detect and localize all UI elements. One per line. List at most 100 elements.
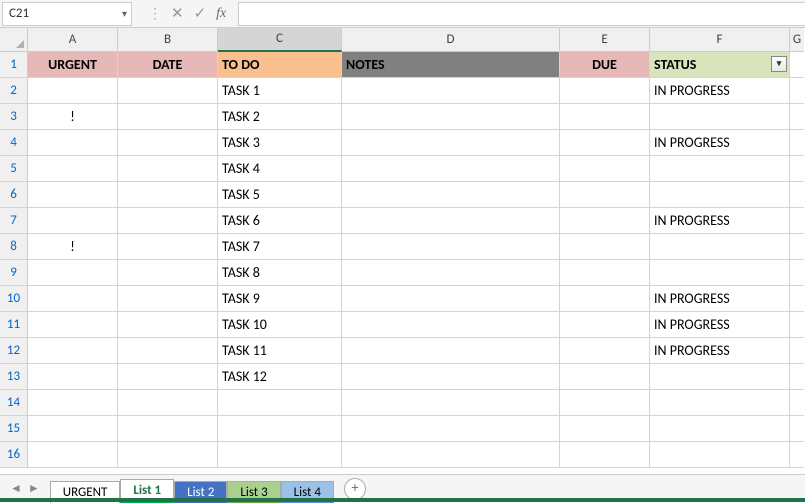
cell-notes[interactable] [342, 416, 560, 442]
cell-due[interactable] [560, 364, 650, 390]
cell-status[interactable]: IN PROGRESS [650, 78, 790, 104]
column-header[interactable]: B [118, 28, 218, 52]
row-header[interactable]: 4 [0, 130, 28, 156]
cell[interactable] [790, 286, 804, 312]
cell-urgent[interactable] [28, 286, 118, 312]
cell-due[interactable] [560, 286, 650, 312]
sheet-nav-prev-icon[interactable]: ◄ [10, 481, 22, 496]
cell[interactable] [790, 156, 804, 182]
cell-status[interactable]: IN PROGRESS [650, 286, 790, 312]
cell-date[interactable] [118, 286, 218, 312]
cell-todo[interactable]: TASK 1 [218, 78, 342, 104]
cell-due[interactable] [560, 104, 650, 130]
row-header[interactable]: 12 [0, 338, 28, 364]
cell-todo[interactable]: TASK 7 [218, 234, 342, 260]
cell-due[interactable] [560, 130, 650, 156]
cell-due[interactable] [560, 182, 650, 208]
cell-date[interactable] [118, 156, 218, 182]
cell[interactable] [790, 78, 804, 104]
cell-date[interactable] [118, 442, 218, 468]
cell-notes[interactable] [342, 390, 560, 416]
cell-todo[interactable]: TASK 12 [218, 364, 342, 390]
cell-urgent[interactable] [28, 130, 118, 156]
cell-due[interactable] [560, 78, 650, 104]
select-all-button[interactable] [0, 28, 28, 52]
name-box-dropdown-icon[interactable]: ▾ [122, 7, 127, 20]
cell-header-urgent[interactable]: URGENT [28, 52, 118, 78]
cell-todo[interactable]: TASK 4 [218, 156, 342, 182]
cell-notes[interactable] [342, 130, 560, 156]
cell-status[interactable] [650, 156, 790, 182]
cell-date[interactable] [118, 364, 218, 390]
row-header[interactable]: 11 [0, 312, 28, 338]
cell-date[interactable] [118, 234, 218, 260]
cell[interactable] [790, 338, 804, 364]
cell-notes[interactable] [342, 364, 560, 390]
cell-todo[interactable]: TASK 3 [218, 130, 342, 156]
cell-status[interactable] [650, 182, 790, 208]
cell-todo[interactable]: TASK 5 [218, 182, 342, 208]
cell-due[interactable] [560, 234, 650, 260]
cell-notes[interactable] [342, 286, 560, 312]
cell-todo[interactable] [218, 390, 342, 416]
cell-status[interactable] [650, 390, 790, 416]
column-header[interactable]: F [650, 28, 790, 52]
cell-date[interactable] [118, 78, 218, 104]
cell-date[interactable] [118, 312, 218, 338]
cell-notes[interactable] [342, 442, 560, 468]
cell-urgent[interactable] [28, 78, 118, 104]
cell-date[interactable] [118, 260, 218, 286]
cell-urgent[interactable] [28, 338, 118, 364]
row-header[interactable]: 10 [0, 286, 28, 312]
row-header[interactable]: 8 [0, 234, 28, 260]
cell-urgent[interactable] [28, 390, 118, 416]
cell-due[interactable] [560, 312, 650, 338]
cell[interactable] [790, 416, 804, 442]
column-header-selected[interactable]: C [218, 28, 342, 52]
cell-urgent[interactable] [28, 364, 118, 390]
cell-urgent[interactable]: ! [28, 104, 118, 130]
cell-status[interactable] [650, 234, 790, 260]
cell-todo[interactable] [218, 416, 342, 442]
sheet-nav-next-icon[interactable]: ► [28, 481, 40, 496]
cell[interactable] [790, 130, 804, 156]
cell-status[interactable] [650, 442, 790, 468]
cell-notes[interactable] [342, 208, 560, 234]
cell-date[interactable] [118, 182, 218, 208]
cell[interactable] [790, 390, 804, 416]
cell-urgent[interactable] [28, 416, 118, 442]
cell-notes[interactable] [342, 234, 560, 260]
cell-date[interactable] [118, 416, 218, 442]
cell[interactable] [790, 234, 804, 260]
cell-todo[interactable]: TASK 2 [218, 104, 342, 130]
cell-urgent[interactable] [28, 442, 118, 468]
cell[interactable] [790, 104, 804, 130]
cell-date[interactable] [118, 104, 218, 130]
cell-due[interactable] [560, 338, 650, 364]
cell-due[interactable] [560, 442, 650, 468]
cell-due[interactable] [560, 390, 650, 416]
cell-status[interactable]: IN PROGRESS [650, 208, 790, 234]
cell-date[interactable] [118, 208, 218, 234]
cell-header-due[interactable]: DUE [560, 52, 650, 78]
cell-todo[interactable]: TASK 10 [218, 312, 342, 338]
formula-input[interactable] [238, 2, 805, 26]
row-header[interactable]: 16 [0, 442, 28, 468]
cell[interactable] [790, 260, 804, 286]
cell-todo[interactable] [218, 442, 342, 468]
cell-status[interactable] [650, 104, 790, 130]
cell-status[interactable] [650, 364, 790, 390]
cell-todo[interactable]: TASK 9 [218, 286, 342, 312]
cell-status[interactable]: IN PROGRESS [650, 130, 790, 156]
cell[interactable] [790, 442, 804, 468]
cell-notes[interactable] [342, 156, 560, 182]
cell-due[interactable] [560, 208, 650, 234]
column-header[interactable]: G [790, 28, 804, 52]
column-header[interactable]: A [28, 28, 118, 52]
cell-urgent[interactable]: ! [28, 234, 118, 260]
cell-header-notes[interactable]: NOTES [342, 52, 560, 78]
cell-date[interactable] [118, 390, 218, 416]
row-header[interactable]: 9 [0, 260, 28, 286]
cell-header-date[interactable]: DATE [118, 52, 218, 78]
cell-todo[interactable]: TASK 11 [218, 338, 342, 364]
